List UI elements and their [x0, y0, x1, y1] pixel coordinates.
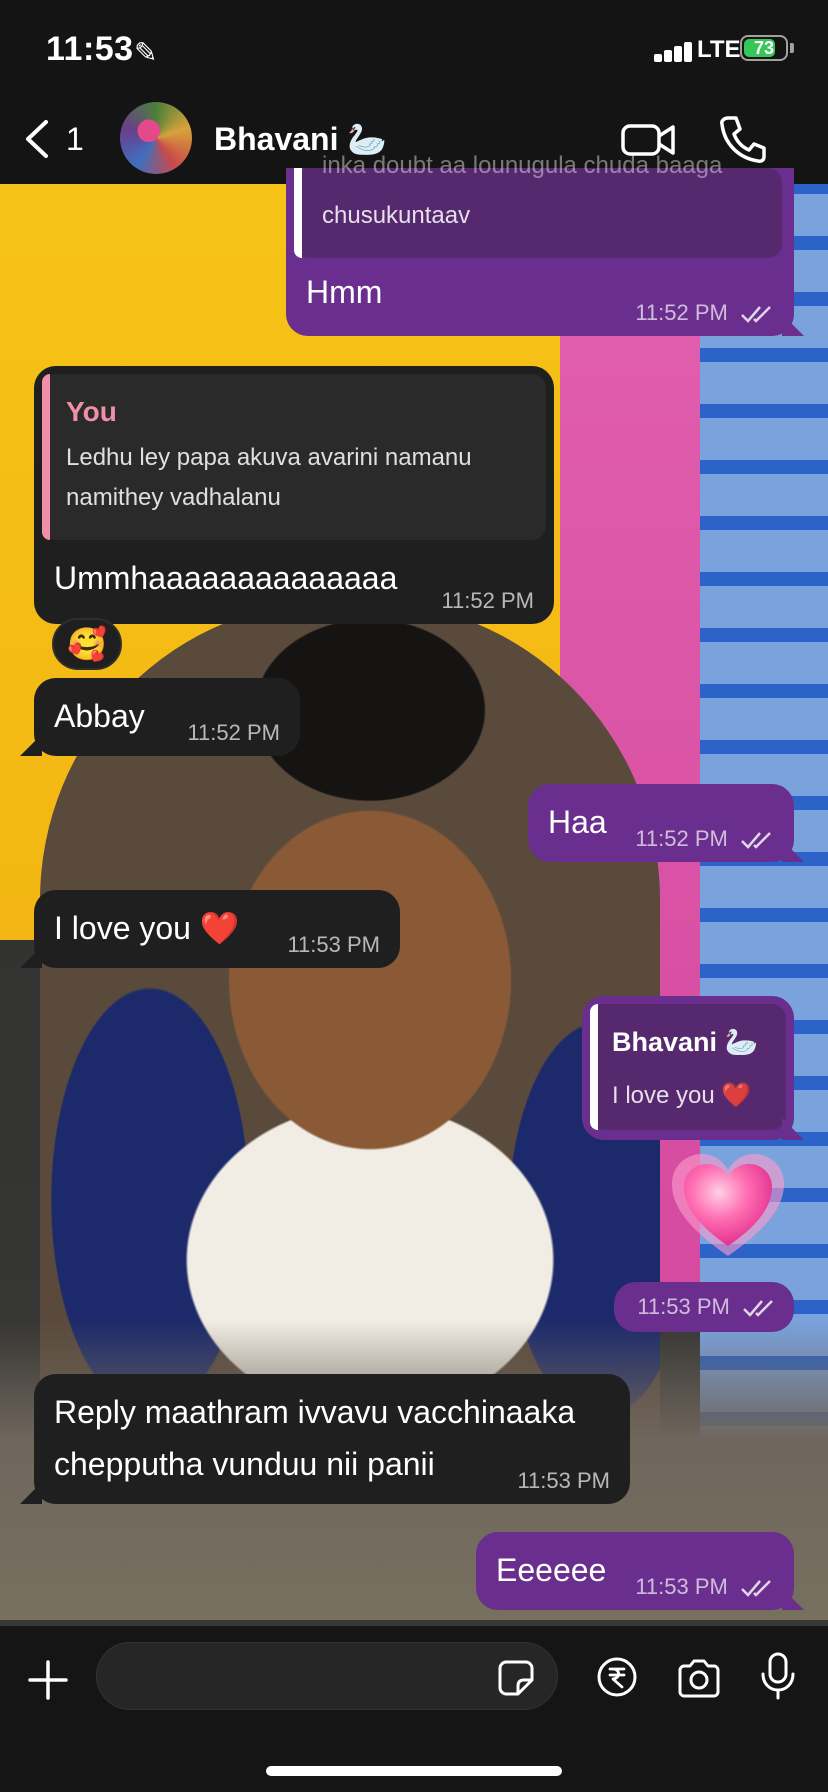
battery-icon: 73 — [740, 35, 788, 61]
battery-level: 73 — [753, 38, 775, 58]
message-meta: 11:52 PM — [635, 300, 774, 326]
heart-sticker-icon[interactable] — [668, 1148, 788, 1268]
message-bubble-incoming[interactable]: You Ledhu ley papa akuva avarini namanu … — [34, 366, 554, 624]
double-check-icon — [741, 306, 771, 324]
plus-icon[interactable] — [26, 1658, 70, 1702]
unread-count: 1 — [66, 120, 84, 157]
battery-tip — [790, 43, 794, 53]
quoted-sender: You — [66, 396, 117, 427]
message-time: 11:52 PM — [635, 826, 728, 851]
double-check-icon — [741, 1580, 771, 1598]
message-time: 11:53 PM — [637, 1294, 730, 1319]
message-text: Abbay — [54, 698, 145, 734]
camera-icon[interactable] — [676, 1658, 722, 1698]
quoted-message[interactable]: inka doubt aa lounugula chuda baaga chus… — [294, 152, 782, 258]
home-indicator — [266, 1766, 562, 1776]
double-check-icon — [741, 832, 771, 850]
message-bubble-incoming[interactable]: Reply maathram ivvavu vacchinaaka cheppu… — [34, 1374, 630, 1504]
sticker-meta-bubble[interactable]: 11:53 PM — [614, 1282, 794, 1332]
sticker-icon[interactable] — [498, 1660, 534, 1696]
message-input[interactable] — [96, 1642, 558, 1710]
microphone-icon[interactable] — [760, 1652, 796, 1700]
status-bar: 11:53 ✎ LTE 73 — [0, 0, 828, 96]
message-bubble-outgoing[interactable]: inka doubt aa lounugula chuda baaga chus… — [286, 152, 794, 336]
rupee-payment-icon[interactable] — [596, 1656, 638, 1698]
message-reaction[interactable]: 🥰 — [52, 618, 122, 670]
message-meta: 11:53 PM — [635, 1574, 774, 1600]
back-button[interactable]: 1 — [22, 114, 92, 164]
message-bubble-incoming[interactable]: Abbay 11:52 PM — [34, 678, 300, 756]
quoted-text-partial: inka doubt aa lounugula chuda baaga — [322, 152, 723, 179]
message-bubble-outgoing[interactable]: Eeeeee 11:53 PM — [476, 1532, 794, 1610]
quote-accent-bar — [590, 1004, 598, 1130]
message-time: 11:53 PM — [635, 1574, 728, 1599]
message-time: 11:52 PM — [441, 588, 534, 613]
message-bubble-incoming[interactable]: I love you ❤️ 11:53 PM — [34, 890, 400, 968]
pencil-icon: ✎ — [134, 37, 158, 68]
message-text: I love you ❤️ — [54, 910, 240, 946]
message-meta: 11:53 PM — [637, 1294, 776, 1320]
message-time: 11:52 PM — [635, 300, 728, 325]
message-time: 11:53 PM — [517, 1468, 610, 1493]
message-bubble-outgoing[interactable]: Bhavani 🦢 I love you ❤️ — [582, 996, 794, 1140]
status-time: 11:53 — [46, 30, 134, 68]
message-text: Haa — [548, 804, 607, 840]
message-text-line-1: Reply maathram ivvavu vacchinaaka — [54, 1394, 576, 1430]
quoted-sender: Bhavani 🦢 — [612, 1027, 759, 1057]
signal-icon — [654, 40, 702, 62]
quoted-text: chusukuntaav — [322, 202, 471, 229]
double-check-icon — [743, 1300, 773, 1318]
message-bubble-outgoing[interactable]: Haa 11:52 PM — [528, 784, 794, 862]
message-time: 11:53 PM — [287, 932, 380, 957]
message-meta: 11:52 PM — [635, 826, 774, 852]
message-text: Hmm — [306, 274, 383, 310]
network-type: LTE — [697, 36, 741, 63]
message-time: 11:52 PM — [187, 720, 280, 745]
quote-accent-bar — [294, 168, 302, 258]
message-text-line-2: chepputha vunduu nii panii — [54, 1446, 435, 1482]
quoted-text: Ledhu ley papa akuva avarini namanu nami… — [66, 444, 472, 511]
message-text: Ummhaaaaaaaaaaaaaa — [54, 560, 398, 596]
quote-accent-bar — [42, 374, 50, 540]
back-chevron-icon — [26, 120, 48, 158]
quoted-text: I love you ❤️ — [612, 1082, 752, 1109]
quoted-message[interactable]: Bhavani 🦢 I love you ❤️ — [590, 1004, 786, 1130]
message-text: Eeeeee — [496, 1552, 607, 1588]
quoted-message[interactable]: You Ledhu ley papa akuva avarini namanu … — [42, 374, 546, 540]
avatar[interactable] — [120, 102, 192, 174]
